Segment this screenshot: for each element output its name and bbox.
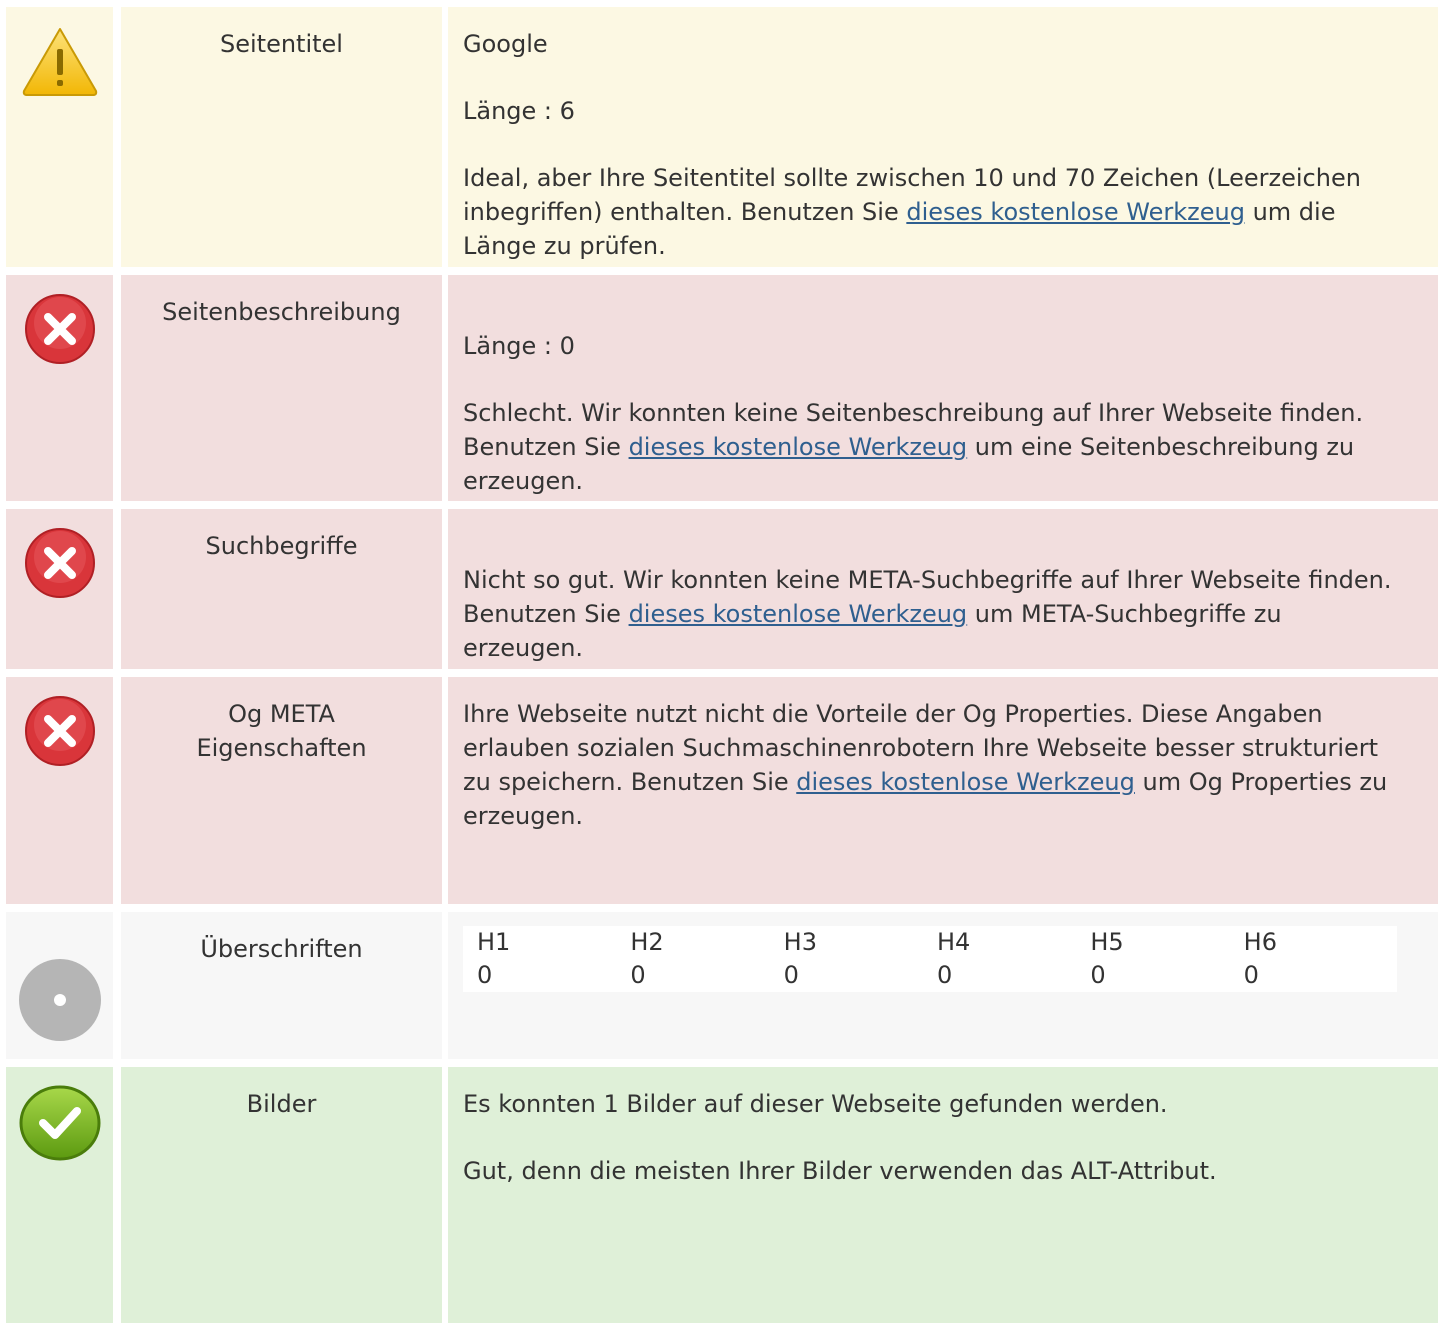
row-content: H1 0 H2 0 H3 0 H4 0 H5 0 H6 0 [448,912,1438,1059]
heading-column: H5 0 [1090,926,1243,992]
heading-count: 0 [936,961,953,989]
row-content: Google Länge : 6 Ideal, aber Ihre Seiten… [448,7,1438,267]
heading-column: H6 0 [1244,926,1397,992]
row-content: Ihre Webseite nutzt nicht die Vorteile d… [448,677,1438,904]
description-advice: Schlecht. Wir konnten keine Seitenbeschr… [463,399,1364,495]
status-cell [6,1067,113,1323]
tool-link[interactable]: dieses kostenlose Werkzeug [629,600,968,628]
row-page-title: Seitentitel Google Länge : 6 Ideal, aber… [0,7,1446,267]
row-content: Nicht so gut. Wir konnten keine META-Suc… [448,509,1438,669]
heading-name: H1 [477,928,511,956]
title-value: Google [463,30,548,58]
heading-name: H3 [783,928,817,956]
row-images: Bilder Es konnten 1 Bilder auf dieser We… [0,1067,1446,1323]
row-label: Suchbegriffe [121,509,442,669]
error-icon [25,528,95,598]
title-advice: Ideal, aber Ihre Seitentitel sollte zwis… [463,164,1361,260]
heading-count: 0 [477,961,493,989]
keywords-advice: Nicht so gut. Wir konnten keine META-Suc… [463,566,1392,662]
og-advice: Ihre Webseite nutzt nicht die Vorteile d… [463,700,1388,830]
row-page-description: Seitenbeschreibung Länge : 0 Schlecht. W… [0,275,1446,501]
row-keywords: Suchbegriffe Nicht so gut. Wir konnten k… [0,509,1446,669]
status-cell [6,677,113,904]
row-label: Bilder [121,1067,442,1323]
error-icon [25,696,95,766]
heading-count: 0 [1090,961,1106,989]
heading-count: 0 [630,961,646,989]
check-icon [19,1085,101,1161]
tool-link[interactable]: dieses kostenlose Werkzeug [906,198,1245,226]
description-length: Länge : 0 [463,332,575,360]
heading-column: H4 0 [937,926,1090,992]
title-length: Länge : 6 [463,97,575,125]
error-icon [25,294,95,364]
row-content: Es konnten 1 Bilder auf dieser Webseite … [448,1067,1438,1323]
images-alt-status: Gut, denn die meisten Ihrer Bilder verwe… [463,1157,1217,1185]
heading-name: H5 [1090,928,1124,956]
row-label: Og META Eigenschaften [121,677,442,904]
heading-name: H6 [1243,928,1277,956]
tool-link[interactable]: dieses kostenlose Werkzeug [796,768,1135,796]
heading-count: 0 [783,961,799,989]
headings-table: H1 0 H2 0 H3 0 H4 0 H5 0 H6 0 [463,926,1397,992]
status-cell [6,509,113,669]
heading-column: H2 0 [630,926,783,992]
tool-link[interactable]: dieses kostenlose Werkzeug [629,433,968,461]
status-cell [6,7,113,267]
row-og-properties: Og META Eigenschaften Ihre Webseite nutz… [0,677,1446,904]
heading-count: 0 [1243,961,1259,989]
heading-name: H2 [630,928,664,956]
status-cell [6,912,113,1059]
neutral-icon [19,959,101,1041]
status-cell [6,275,113,501]
row-headings: Überschriften H1 0 H2 0 H3 0 H4 0 H5 0 H6 0 [0,912,1446,1059]
images-found: Es konnten 1 Bilder auf dieser Webseite … [463,1090,1168,1118]
row-content: Länge : 0 Schlecht. Wir konnten keine Se… [448,275,1438,501]
row-label: Überschriften [121,912,442,1059]
row-label: Seitentitel [121,7,442,267]
heading-column: H1 0 [477,926,630,992]
warning-icon [22,28,98,96]
row-label: Seitenbeschreibung [121,275,442,501]
heading-column: H3 0 [784,926,937,992]
heading-name: H4 [936,928,971,956]
